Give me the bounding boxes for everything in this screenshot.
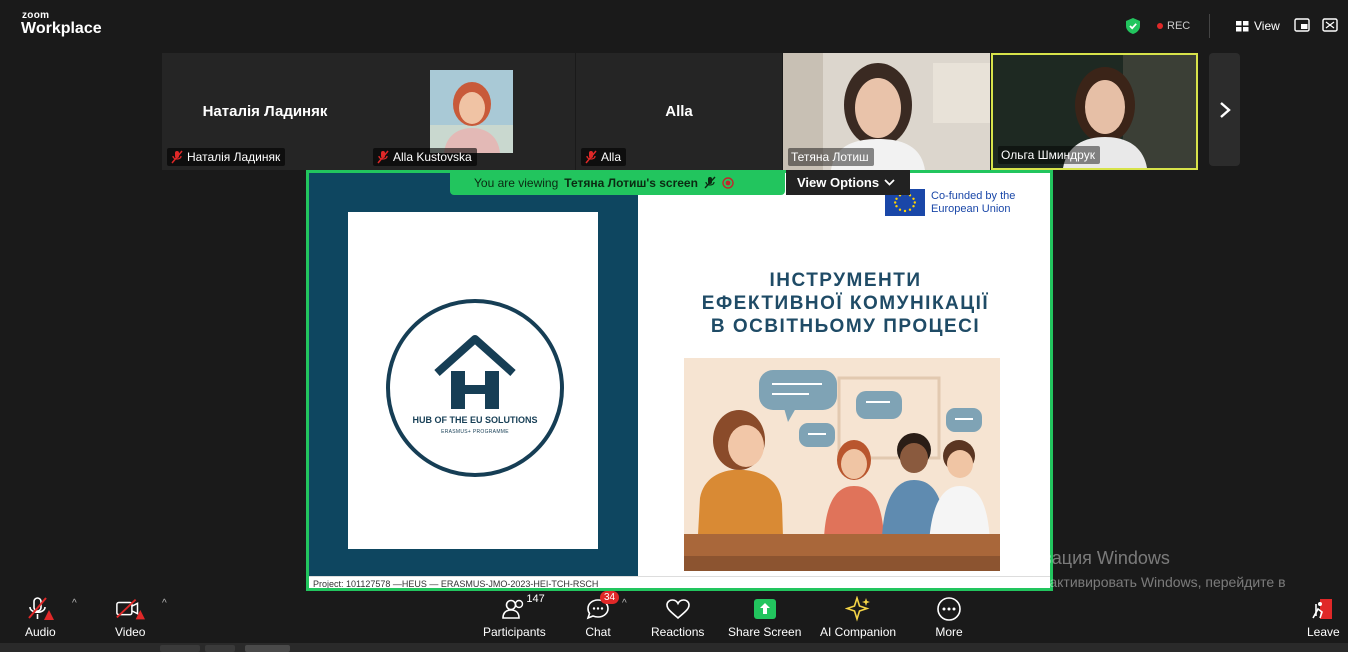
chevron-down-icon — [884, 179, 895, 186]
picture-in-picture-icon[interactable] — [1294, 18, 1310, 32]
leave-label: Leave — [1307, 625, 1340, 639]
mic-muted-icon — [377, 150, 389, 164]
leave-button[interactable]: Leave — [1307, 595, 1340, 639]
slide-left-panel: HUB OF THE EU SOLUTIONS ERASMUS+ PROGRAM… — [309, 173, 638, 576]
share-screen-label: Share Screen — [728, 625, 802, 639]
slide-title-line2: ЕФЕКТИВНОЇ КОМУНІКАЦІЇ — [701, 293, 990, 314]
leave-door-icon — [1312, 599, 1333, 619]
participant-name: Наталія Ладиняк — [187, 150, 281, 164]
sparkle-ai-icon — [845, 596, 871, 622]
hub-logo: HUB OF THE EU SOLUTIONS ERASMUS+ PROGRAM… — [386, 299, 564, 477]
hub-logo-card: HUB OF THE EU SOLUTIONS ERASMUS+ PROGRAM… — [348, 212, 598, 549]
slide-title-line3: В ОСВІТНЬОМУ ПРОЦЕСІ — [710, 316, 981, 337]
participant-name: Alla — [601, 150, 622, 164]
audio-label: Audio — [25, 625, 56, 639]
grid-view-icon — [1236, 20, 1249, 31]
participants-icon — [502, 599, 524, 619]
participant-name-center: Alla — [665, 103, 693, 120]
next-page-button[interactable] — [1209, 53, 1240, 166]
participant-label: Alla Kustovska — [373, 148, 477, 166]
participant-tile-5-active-speaker[interactable]: Ольга Шминдрук — [991, 53, 1198, 170]
chat-options-caret-icon[interactable]: ^ — [622, 598, 627, 609]
view-label: View — [1254, 19, 1280, 33]
fullscreen-icon[interactable] — [1322, 18, 1338, 32]
participants-label: Participants — [483, 625, 546, 639]
slide-right-panel: Co-funded by the European Union ІНСТРУМЕ… — [638, 173, 1050, 576]
more-options-icon — [937, 597, 961, 621]
chat-label: Chat — [585, 625, 611, 639]
participant-tile-3[interactable]: Alla Alla — [576, 53, 782, 170]
record-dot-icon — [1157, 23, 1163, 29]
participant-photo — [430, 70, 513, 153]
participant-label: Наталія Ладиняк — [167, 148, 286, 166]
viewing-prefix: You are viewing — [474, 175, 559, 190]
participant-label: Ольга Шминдрук — [998, 146, 1100, 164]
microphone-muted-icon — [28, 597, 55, 620]
taskbar-item[interactable] — [160, 645, 200, 652]
participant-name: Alla Kustovska — [393, 150, 472, 164]
participant-name-center: Наталія Ладиняк — [202, 103, 328, 120]
participant-tile-2[interactable]: Alla Kustovska — [368, 53, 575, 170]
slide-footer: Project: 101127578 —HEUS — ERASMUS-JMO-2… — [309, 576, 1050, 588]
audio-options-caret-icon[interactable]: ^ — [72, 598, 77, 609]
taskbar-item[interactable] — [245, 645, 290, 652]
reactions-button[interactable]: Reactions — [651, 595, 704, 639]
ai-companion-button[interactable]: AI Companion — [820, 595, 896, 639]
participant-label: Alla — [581, 148, 627, 166]
participant-name: Ольга Шминдрук — [1001, 148, 1095, 162]
view-options-button[interactable]: View Options — [786, 170, 910, 195]
heart-reaction-icon — [665, 599, 690, 620]
view-options-label: View Options — [797, 175, 880, 190]
top-bar: zoom Workplace REC View — [0, 0, 1348, 52]
viewing-name: Тетяна Лотиш's screen — [564, 175, 698, 190]
share-screen-button[interactable]: Share Screen — [728, 595, 801, 639]
eu-text-line1: Co-funded by the — [931, 189, 1016, 202]
viewing-banner: You are viewing Тетяна Лотиш's screen — [450, 170, 785, 195]
presenter-mic-muted-icon — [704, 176, 716, 189]
participant-name: Тетяна Лотиш — [791, 150, 869, 164]
taskbar-item[interactable] — [205, 645, 235, 652]
more-button[interactable]: More — [934, 595, 964, 639]
windows-activation-title: Активация Windows — [1004, 548, 1170, 568]
teacher-students-illustration — [684, 358, 1000, 571]
video-label: Video — [115, 625, 146, 639]
camera-off-icon — [116, 598, 146, 620]
record-status-icon — [722, 176, 734, 189]
logo-title: HUB OF THE EU SOLUTIONS — [412, 415, 538, 425]
video-button[interactable]: Video — [115, 595, 145, 639]
meeting-controls: Audio ^ Video ^ 147 Participants 34 Chat… — [0, 591, 1348, 643]
reactions-label: Reactions — [651, 625, 705, 639]
logo-subtitle: ERASMUS+ PROGRAMME — [441, 429, 509, 435]
participants-button[interactable]: 147 Participants — [483, 593, 546, 639]
ai-companion-label: AI Companion — [820, 625, 897, 639]
participant-label: Тетяна Лотиш — [788, 148, 874, 166]
participant-tile-1[interactable]: Наталія Ладиняк Наталія Ладиняк — [162, 53, 368, 170]
share-screen-icon — [753, 599, 776, 619]
mic-muted-icon — [171, 150, 183, 164]
shared-screen[interactable]: HUB OF THE EU SOLUTIONS ERASMUS+ PROGRAM… — [306, 170, 1053, 591]
video-options-caret-icon[interactable]: ^ — [162, 598, 167, 609]
chevron-right-icon — [1219, 101, 1231, 118]
slide-title: ІНСТРУМЕНТИ ЕФЕКТИВНОЇ КОМУНІКАЦІЇ В ОСВ… — [638, 269, 1050, 338]
top-divider — [1209, 14, 1210, 38]
eu-text-line2: European Union — [931, 202, 1011, 215]
slide-title-line1: ІНСТРУМЕНТИ — [769, 270, 922, 291]
participants-count: 147 — [526, 593, 545, 605]
classroom-illustration — [684, 358, 1000, 571]
chat-unread-badge: 34 — [600, 591, 620, 604]
rec-label: REC — [1167, 20, 1191, 32]
house-logo-icon — [434, 335, 516, 409]
encryption-shield-icon[interactable] — [1126, 18, 1140, 34]
view-button[interactable]: View — [1236, 19, 1280, 33]
more-label: More — [935, 625, 963, 639]
recording-indicator[interactable]: REC — [1157, 20, 1190, 32]
mic-muted-icon — [585, 150, 597, 164]
zoom-meeting-window: zoom Workplace REC View Наталія Ладиняк … — [0, 0, 1348, 652]
os-taskbar-strip — [0, 643, 1348, 652]
chat-button[interactable]: 34 Chat — [583, 591, 620, 639]
participant-tile-4[interactable]: Тетяна Лотиш — [783, 53, 990, 170]
audio-button[interactable]: Audio — [25, 595, 56, 639]
zoom-logo-workplace: Workplace — [21, 20, 102, 37]
